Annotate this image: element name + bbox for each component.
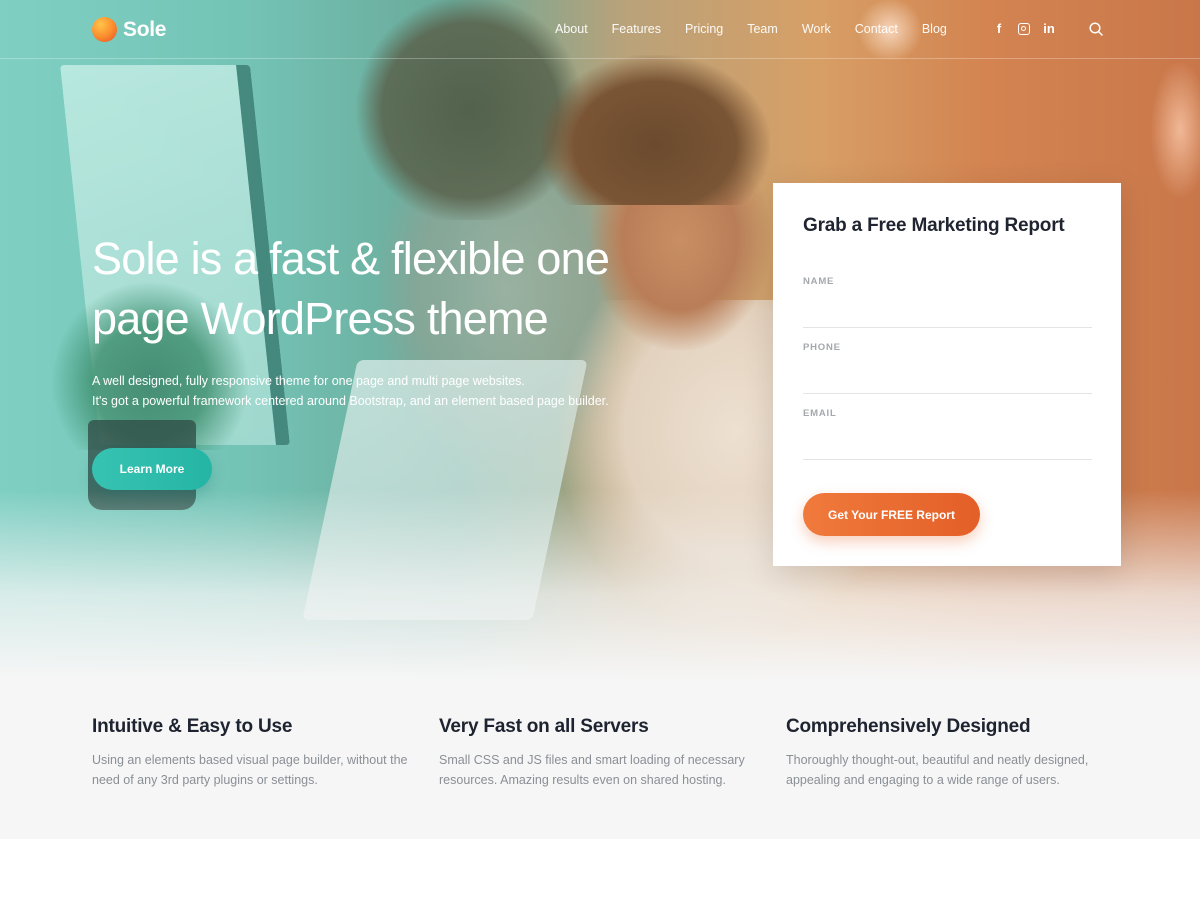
nav-item-about[interactable]: About	[555, 22, 588, 36]
email-field-group: EMAIL	[803, 408, 1092, 460]
feature-title: Very Fast on all Servers	[439, 716, 649, 737]
feature-title: Intuitive & Easy to Use	[92, 716, 293, 737]
feature-title: Comprehensively Designed	[786, 716, 1031, 737]
feature-text: Thoroughly thought-out, beautiful and ne…	[786, 753, 1089, 787]
report-form-card: Grab a Free Marketing Report NAME PHONE …	[773, 183, 1121, 566]
logo-icon	[92, 17, 117, 42]
social-links: f in	[993, 21, 1055, 36]
name-field-label: NAME	[803, 276, 835, 287]
facebook-icon[interactable]: f	[993, 21, 1005, 36]
feature-text: Using an elements based visual page buil…	[92, 753, 408, 787]
email-field-label: EMAIL	[803, 408, 837, 419]
email-input[interactable]	[803, 419, 1092, 447]
hero-section: Sole About Features Pricing Team Work Co…	[0, 0, 1200, 680]
name-input[interactable]	[803, 287, 1092, 315]
page-bottom-spacer	[0, 839, 1200, 900]
nav-item-work[interactable]: Work	[802, 22, 831, 36]
linkedin-icon[interactable]: in	[1043, 21, 1055, 36]
feature-text: Small CSS and JS files and smart loading…	[439, 753, 745, 787]
logo-text: Sole	[123, 17, 167, 41]
features-section: Intuitive & Easy to Use Using an element…	[0, 680, 1200, 839]
instagram-icon[interactable]	[1018, 22, 1030, 35]
phone-input[interactable]	[803, 353, 1092, 381]
get-report-button[interactable]: Get Your FREE Report	[803, 493, 980, 536]
hero-photo-man-hair	[540, 55, 770, 205]
feature-item: Comprehensively Designed Thoroughly thou…	[786, 716, 1116, 790]
form-title: Grab a Free Marketing Report	[803, 215, 1065, 236]
search-icon[interactable]	[1089, 22, 1103, 36]
hero-subtitle-line: It's got a powerful framework centered a…	[92, 394, 609, 408]
main-nav: About Features Pricing Team Work Contact…	[555, 22, 971, 36]
phone-field-label: PHONE	[803, 342, 841, 353]
site-header: Sole About Features Pricing Team Work Co…	[0, 0, 1200, 59]
logo-link[interactable]: Sole	[92, 17, 166, 42]
nav-item-blog[interactable]: Blog	[922, 22, 947, 36]
nav-item-features[interactable]: Features	[612, 22, 661, 36]
hero-subtitle: A well designed, fully responsive theme …	[92, 371, 692, 411]
nav-item-pricing[interactable]: Pricing	[685, 22, 723, 36]
hero-photo-bokeh	[1150, 60, 1200, 200]
nav-item-team[interactable]: Team	[747, 22, 778, 36]
nav-item-contact[interactable]: Contact	[855, 22, 898, 36]
learn-more-button[interactable]: Learn More	[92, 448, 212, 490]
feature-item: Intuitive & Easy to Use Using an element…	[92, 716, 422, 790]
name-field-group: NAME	[803, 276, 1092, 328]
phone-field-group: PHONE	[803, 342, 1092, 394]
hero-subtitle-line: A well designed, fully responsive theme …	[92, 374, 525, 388]
feature-item: Very Fast on all Servers Small CSS and J…	[439, 716, 769, 790]
hero-title: Sole is a fast & flexible one page WordP…	[92, 233, 610, 344]
